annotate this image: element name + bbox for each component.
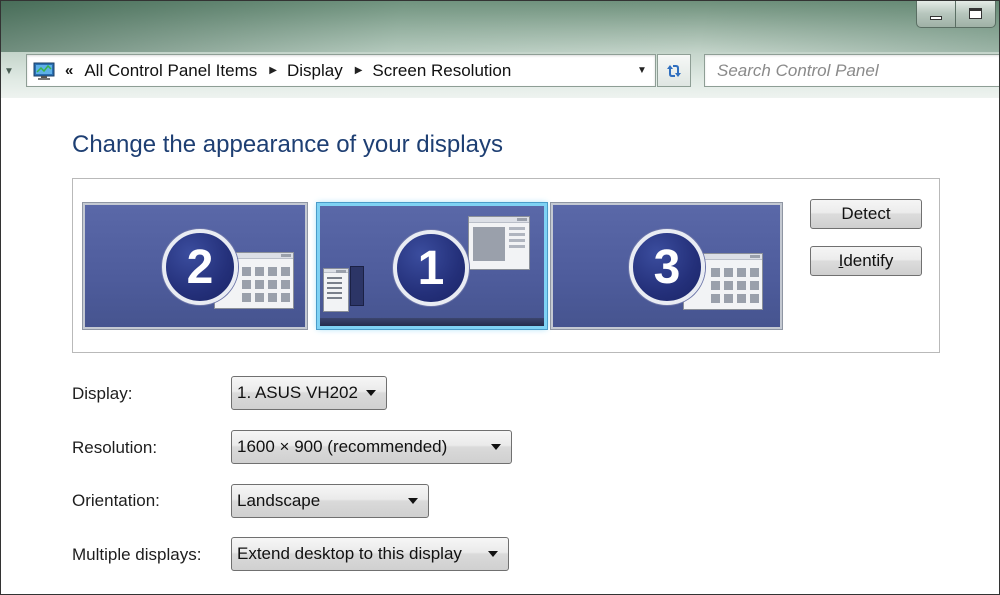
identify-button[interactable]: Identify: [810, 246, 922, 276]
search-input[interactable]: [717, 60, 1000, 81]
multiple-displays-dropdown[interactable]: Extend desktop to this display: [231, 537, 509, 571]
minimize-button[interactable]: [916, 0, 956, 28]
chevron-down-icon: [366, 390, 376, 396]
orientation-label: Orientation:: [72, 491, 160, 510]
detect-button[interactable]: Detect: [810, 199, 922, 229]
orientation-value: Landscape: [237, 491, 321, 510]
resolution-dropdown[interactable]: 1600 × 900 (recommended): [231, 430, 512, 464]
breadcrumb-screen-resolution[interactable]: Screen Resolution: [372, 61, 511, 81]
monitor-number-badge: 2: [162, 229, 238, 305]
refresh-button[interactable]: [657, 54, 691, 87]
identify-label: dentify: [843, 251, 894, 270]
chevron-down-icon: [491, 444, 501, 450]
breadcrumb-all-control-panel-items[interactable]: All Control Panel Items: [84, 61, 257, 81]
page-title: Change the appearance of your displays: [72, 131, 503, 158]
maximize-button[interactable]: [956, 0, 996, 28]
search-box[interactable]: [704, 54, 1000, 87]
multiple-displays-value: Extend desktop to this display: [237, 544, 462, 563]
monitor-3[interactable]: 3: [551, 203, 782, 329]
breadcrumb-display[interactable]: Display: [287, 61, 343, 81]
taskbar-thumbnail: [320, 318, 544, 326]
refresh-icon: [667, 64, 681, 77]
breadcrumb-arrow-icon[interactable]: ▶: [355, 65, 363, 76]
display-label: Display:: [72, 384, 133, 403]
orientation-dropdown[interactable]: Landscape: [231, 484, 429, 518]
monitor-number-badge: 1: [393, 230, 469, 306]
breadcrumb: « All Control Panel Items ▶ Display ▶ Sc…: [65, 61, 629, 81]
address-bar[interactable]: « All Control Panel Items ▶ Display ▶ Sc…: [26, 54, 656, 87]
address-dropdown-icon[interactable]: ▼: [629, 55, 655, 86]
window-controls: [916, 0, 996, 30]
multiple-displays-label: Multiple displays:: [72, 545, 202, 564]
maximize-icon: [969, 8, 982, 19]
app-window-thumbnail: [468, 216, 530, 270]
resolution-value: 1600 × 900 (recommended): [237, 437, 448, 456]
display-dropdown[interactable]: 1. ASUS VH202: [231, 376, 387, 410]
monitor-2[interactable]: 2: [83, 203, 307, 329]
minimize-icon: [930, 15, 942, 20]
monitor-number-badge: 3: [629, 229, 705, 305]
resolution-label: Resolution:: [72, 438, 158, 457]
monitor-1[interactable]: 1: [317, 203, 547, 329]
chevron-down-icon: [488, 551, 498, 557]
chevron-down-icon: [408, 498, 418, 504]
control-panel-icon: [33, 62, 55, 80]
history-dropdown-icon[interactable]: ▼: [4, 66, 14, 77]
monitor-arrangement-panel: 2 1 3 Detect I dentify: [72, 178, 940, 353]
app-window-thumbnail: [323, 268, 349, 312]
gadget-sidebar-thumbnail: [350, 266, 364, 306]
display-value: 1. ASUS VH202: [237, 383, 358, 402]
breadcrumb-arrow-icon[interactable]: ▶: [269, 65, 277, 76]
breadcrumb-overflow-icon[interactable]: «: [65, 62, 73, 79]
